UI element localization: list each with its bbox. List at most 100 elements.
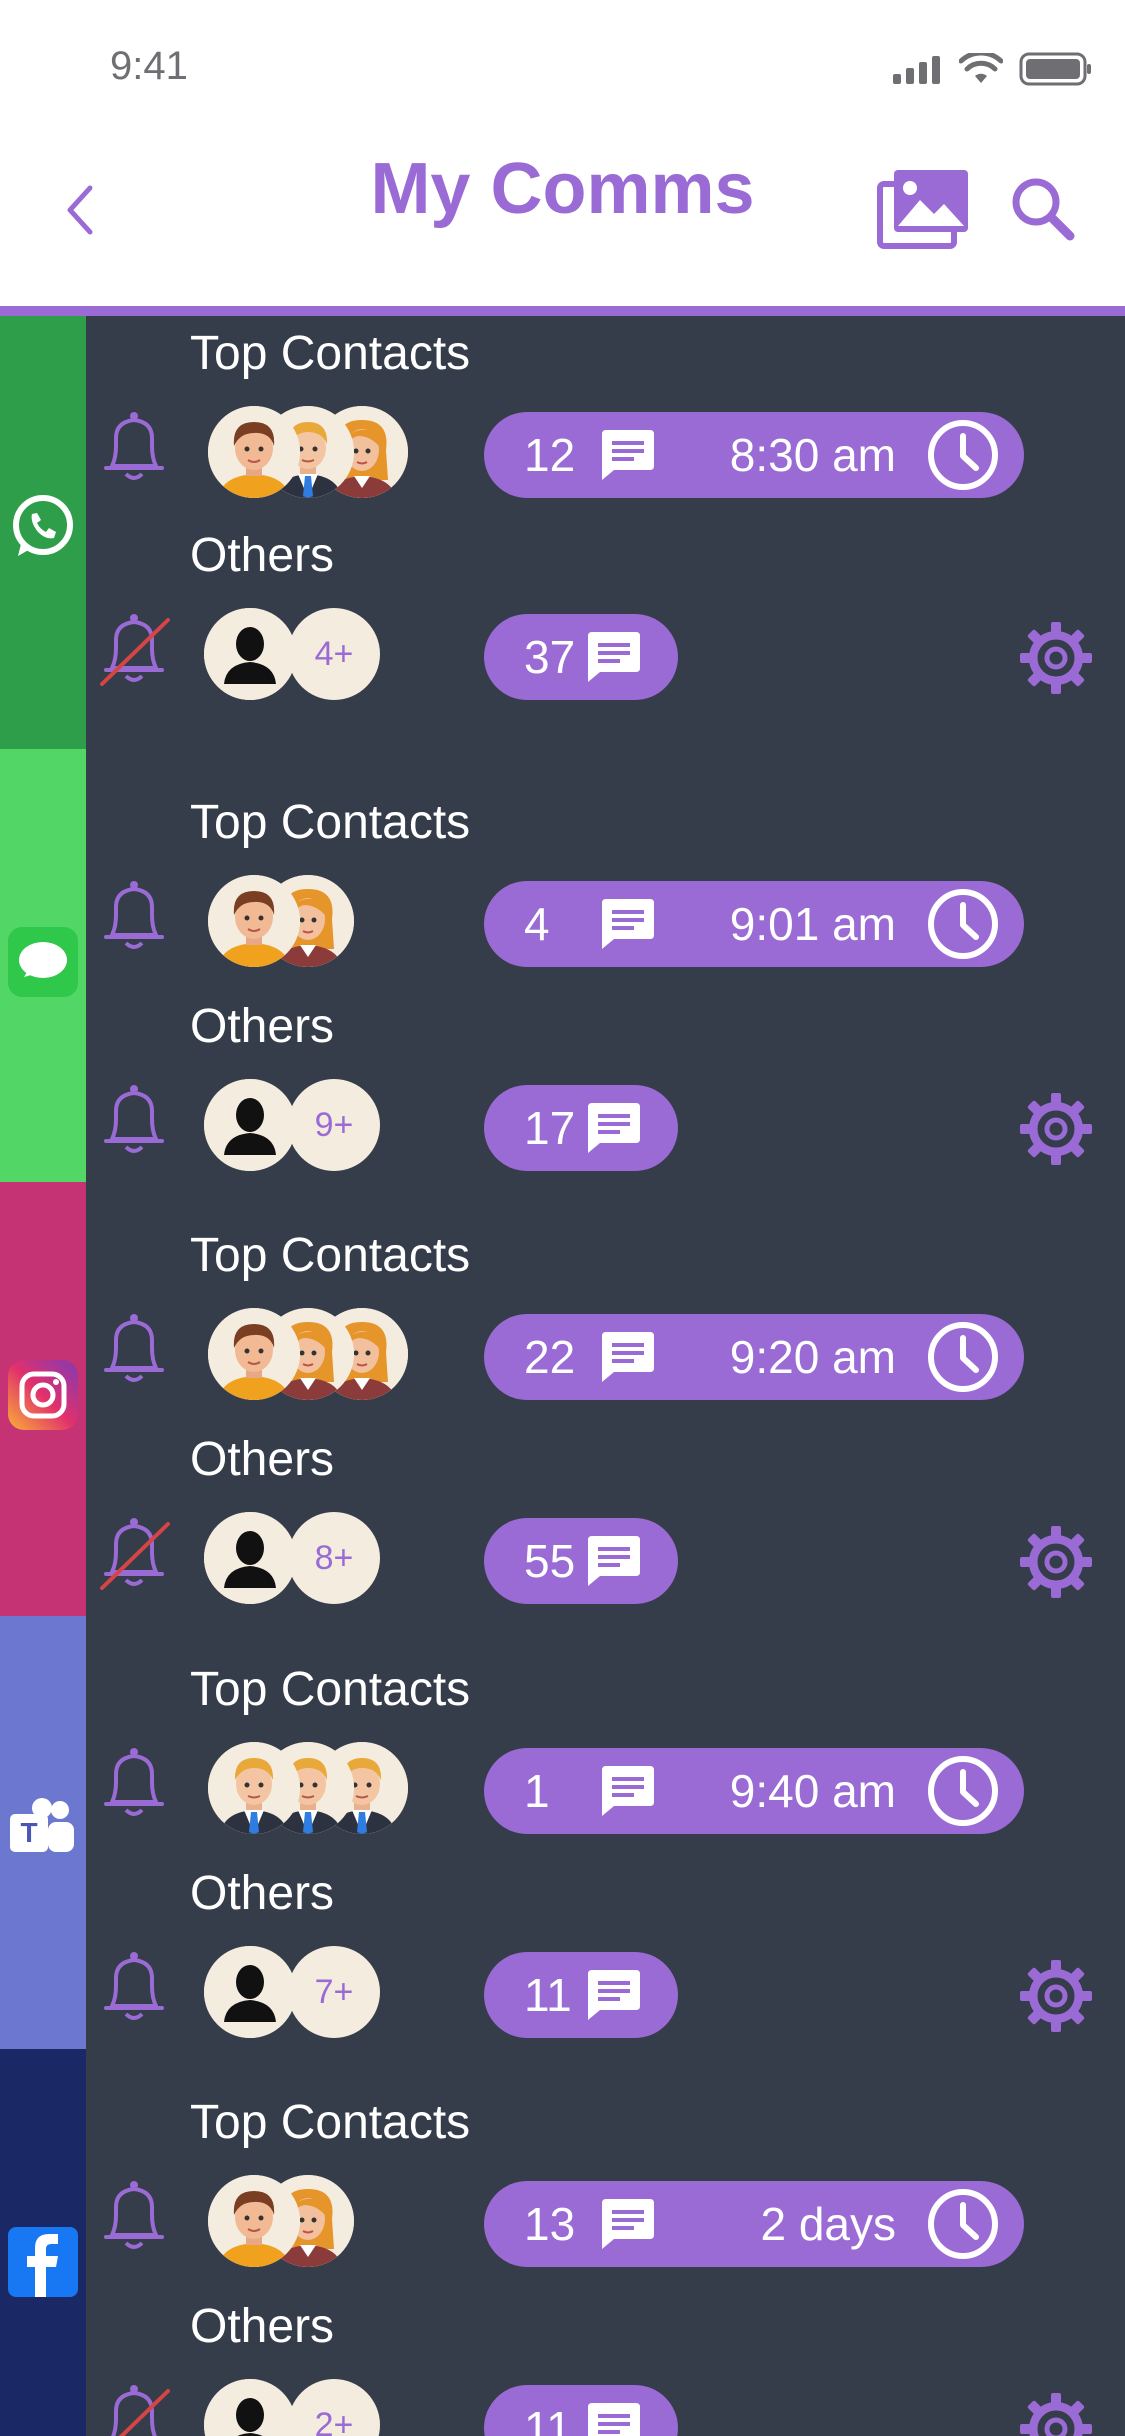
- bell-icon: [104, 412, 164, 480]
- man-avatar: [208, 406, 300, 498]
- message-count: 13: [524, 2198, 576, 2250]
- messages-time-pill[interactable]: 12 8:30 am: [484, 412, 1024, 498]
- last-message-time: 8:30 am: [729, 429, 896, 481]
- top-contacts-row[interactable]: Top Contacts 1 9:40 am: [86, 1662, 1125, 1834]
- message-icon: [602, 2199, 654, 2249]
- others-row[interactable]: Others 2+ 11: [86, 2299, 1125, 2436]
- messages-count-pill[interactable]: 55: [484, 1518, 678, 1604]
- gallery-button[interactable]: [876, 166, 972, 255]
- message-icon-wrap: [582, 630, 642, 695]
- settings-button[interactable]: [1018, 620, 1094, 696]
- notifications-toggle[interactable]: [98, 1948, 170, 2024]
- messages-count-pill[interactable]: 37: [484, 614, 678, 700]
- teams-icon: T: [8, 1794, 78, 1864]
- notifications-toggle[interactable]: [98, 1081, 170, 1157]
- settings-gear-icon: [1020, 1960, 1092, 2032]
- message-icon: [602, 430, 654, 480]
- others-row[interactable]: Others 9+ 17: [86, 999, 1125, 1171]
- message-icon: [588, 1970, 640, 2020]
- notifications-toggle[interactable]: [98, 1744, 170, 1820]
- message-icon-wrap: [596, 2197, 656, 2262]
- top-contacts-row[interactable]: Top Contacts: [86, 1228, 1125, 1400]
- message-icon-wrap: [596, 428, 656, 493]
- app-stripe[interactable]: [0, 1182, 86, 1616]
- notifications-toggle[interactable]: [98, 1310, 170, 1386]
- bell-icon: [104, 1952, 164, 2020]
- bell-icon: [104, 1314, 164, 1382]
- app-stripe[interactable]: T: [0, 1616, 86, 2049]
- more-contacts-count: 7+: [288, 1946, 380, 2038]
- others-row[interactable]: Others 8+ 55: [86, 1432, 1125, 1604]
- last-message-time: 9:20 am: [729, 1331, 896, 1383]
- clock-icon-wrap: [926, 1320, 1000, 1405]
- messages-count-pill[interactable]: 11: [484, 1952, 678, 2038]
- notifications-toggle[interactable]: [98, 408, 170, 484]
- search-button[interactable]: [1008, 174, 1078, 249]
- message-count: 37: [524, 631, 576, 683]
- last-message-time: 2 days: [760, 2198, 896, 2250]
- messages-time-pill[interactable]: 4 9:01 am: [484, 881, 1024, 967]
- messages-count-pill[interactable]: 17: [484, 1085, 678, 1171]
- others-row[interactable]: Others 7+ 11: [86, 1866, 1125, 2038]
- messages-time-pill[interactable]: 13 2 days: [484, 2181, 1024, 2267]
- clock-icon-wrap: [926, 418, 1000, 503]
- notifications-muted-toggle[interactable]: [98, 1514, 170, 1590]
- messages-time-pill[interactable]: 1 9:40 am: [484, 1748, 1024, 1834]
- messages-time-pill[interactable]: 22 9:20 am: [484, 1314, 1024, 1400]
- message-icon-wrap: [596, 1330, 656, 1395]
- top-contacts-row[interactable]: Top Contacts 4 9:01 am: [86, 795, 1125, 967]
- status-bar: 9:41: [0, 0, 1125, 140]
- nav-header: My Comms: [0, 140, 1125, 306]
- others-label: Others: [190, 2300, 335, 2353]
- message-count: 11: [524, 2402, 572, 2436]
- settings-gear-icon: [1020, 1093, 1092, 1165]
- top-contacts-label: Top Contacts: [190, 1663, 471, 1716]
- app-stripe[interactable]: [0, 316, 86, 749]
- settings-gear-icon: [1020, 622, 1092, 694]
- settings-button[interactable]: [1018, 2391, 1094, 2436]
- header-divider: [0, 306, 1125, 316]
- message-icon: [602, 899, 654, 949]
- app-stripe[interactable]: [0, 2049, 86, 2436]
- app-section: Top Contacts 4 9:01 am Others 9+ 17: [0, 749, 1125, 1182]
- others-row[interactable]: Others 4+ 37: [86, 528, 1125, 700]
- message-icon-wrap: [582, 1534, 642, 1599]
- settings-button[interactable]: [1018, 1091, 1094, 1167]
- last-message-time: 9:01 am: [729, 898, 896, 950]
- clock-icon-wrap: [926, 1754, 1000, 1839]
- facebook-icon: [8, 2227, 78, 2297]
- notifications-toggle[interactable]: [98, 2177, 170, 2253]
- clock-icon: [928, 889, 998, 959]
- settings-button[interactable]: [1018, 1524, 1094, 1600]
- app-section: Top Contacts 13 2 days Others 2+ 11: [0, 2049, 1125, 2436]
- app-stripe[interactable]: [0, 749, 86, 1182]
- settings-gear-icon: [1020, 1526, 1092, 1598]
- signal-icon: [893, 56, 940, 84]
- notifications-muted-toggle[interactable]: [98, 2381, 170, 2436]
- top-contacts-row[interactable]: Top Contacts: [86, 326, 1125, 498]
- bell-icon: [100, 1518, 170, 1590]
- settings-button[interactable]: [1018, 1958, 1094, 2034]
- photo-gallery-icon: [877, 170, 968, 249]
- man-avatar: [208, 875, 300, 967]
- status-icons: [893, 52, 1093, 86]
- message-icon: [588, 1103, 640, 1153]
- bell-icon: [100, 614, 170, 686]
- message-count: 55: [524, 1535, 576, 1587]
- top-contacts-row[interactable]: Top Contacts 13 2 days: [86, 2095, 1125, 2267]
- more-contacts-count: 4+: [288, 608, 380, 700]
- notifications-muted-toggle[interactable]: [98, 610, 170, 686]
- bell-icon: [104, 1085, 164, 1153]
- man-avatar: [208, 2175, 300, 2267]
- more-contacts-count: 2+: [288, 2379, 380, 2436]
- top-contacts-label: Top Contacts: [190, 327, 471, 380]
- unknown-contact-avatar: [204, 1946, 296, 2038]
- others-label: Others: [190, 1000, 335, 1053]
- messages-icon: [8, 927, 78, 997]
- message-icon: [588, 2403, 640, 2436]
- instagram-icon: [8, 1360, 78, 1430]
- notifications-toggle[interactable]: [98, 877, 170, 953]
- top-contacts-label: Top Contacts: [190, 796, 471, 849]
- message-count: 22: [524, 1331, 576, 1383]
- messages-count-pill[interactable]: 11: [484, 2385, 678, 2436]
